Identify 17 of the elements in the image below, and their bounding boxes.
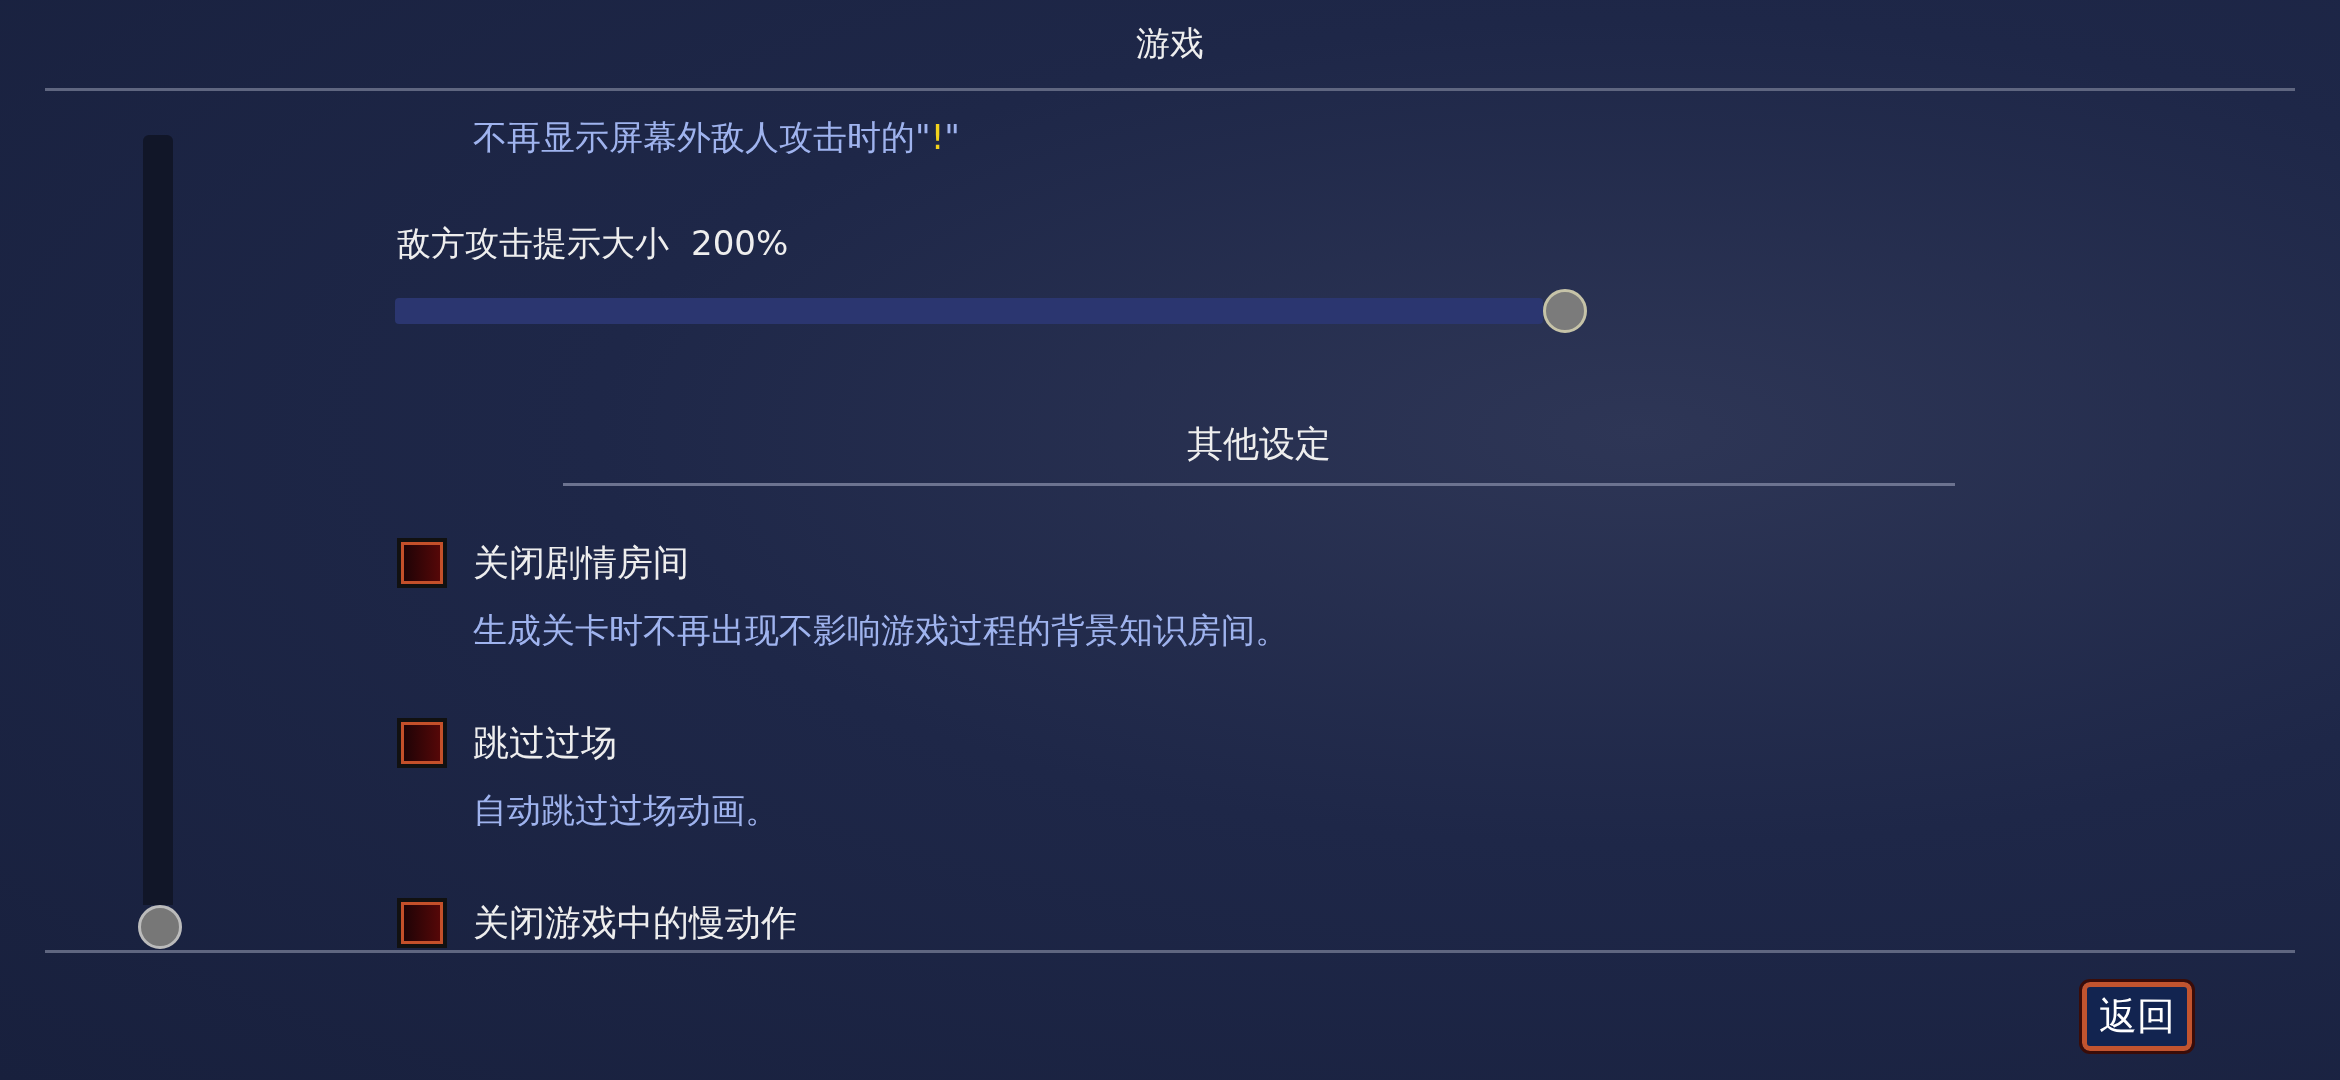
option-label: 关闭剧情房间 — [473, 540, 689, 585]
option-description: 不再显示屏幕外敌人攻击时的"!" — [473, 116, 961, 159]
slider-label: 敌方攻击提示大小 — [397, 222, 669, 265]
option-description: 自动跳过过场动画。 — [473, 789, 780, 832]
slider-thumb[interactable] — [1543, 289, 1587, 333]
checkbox[interactable] — [397, 538, 447, 588]
slider-value: 200% — [691, 222, 789, 265]
screen-title: 游戏 — [1136, 22, 1204, 65]
slider-track[interactable] — [395, 298, 1543, 324]
section-title: 其他设定 — [1187, 422, 1331, 466]
option-description: 生成关卡时不再出现不影响游戏过程的背景知识房间。 — [473, 609, 1290, 652]
scrollbar-thumb[interactable] — [138, 905, 182, 949]
checkbox[interactable] — [397, 898, 447, 948]
checkbox[interactable] — [397, 718, 447, 768]
option-label: 关闭游戏中的慢动作 — [473, 900, 797, 945]
option-label: 跳过过场 — [473, 720, 617, 765]
back-button[interactable]: 返回 — [2082, 982, 2192, 1051]
